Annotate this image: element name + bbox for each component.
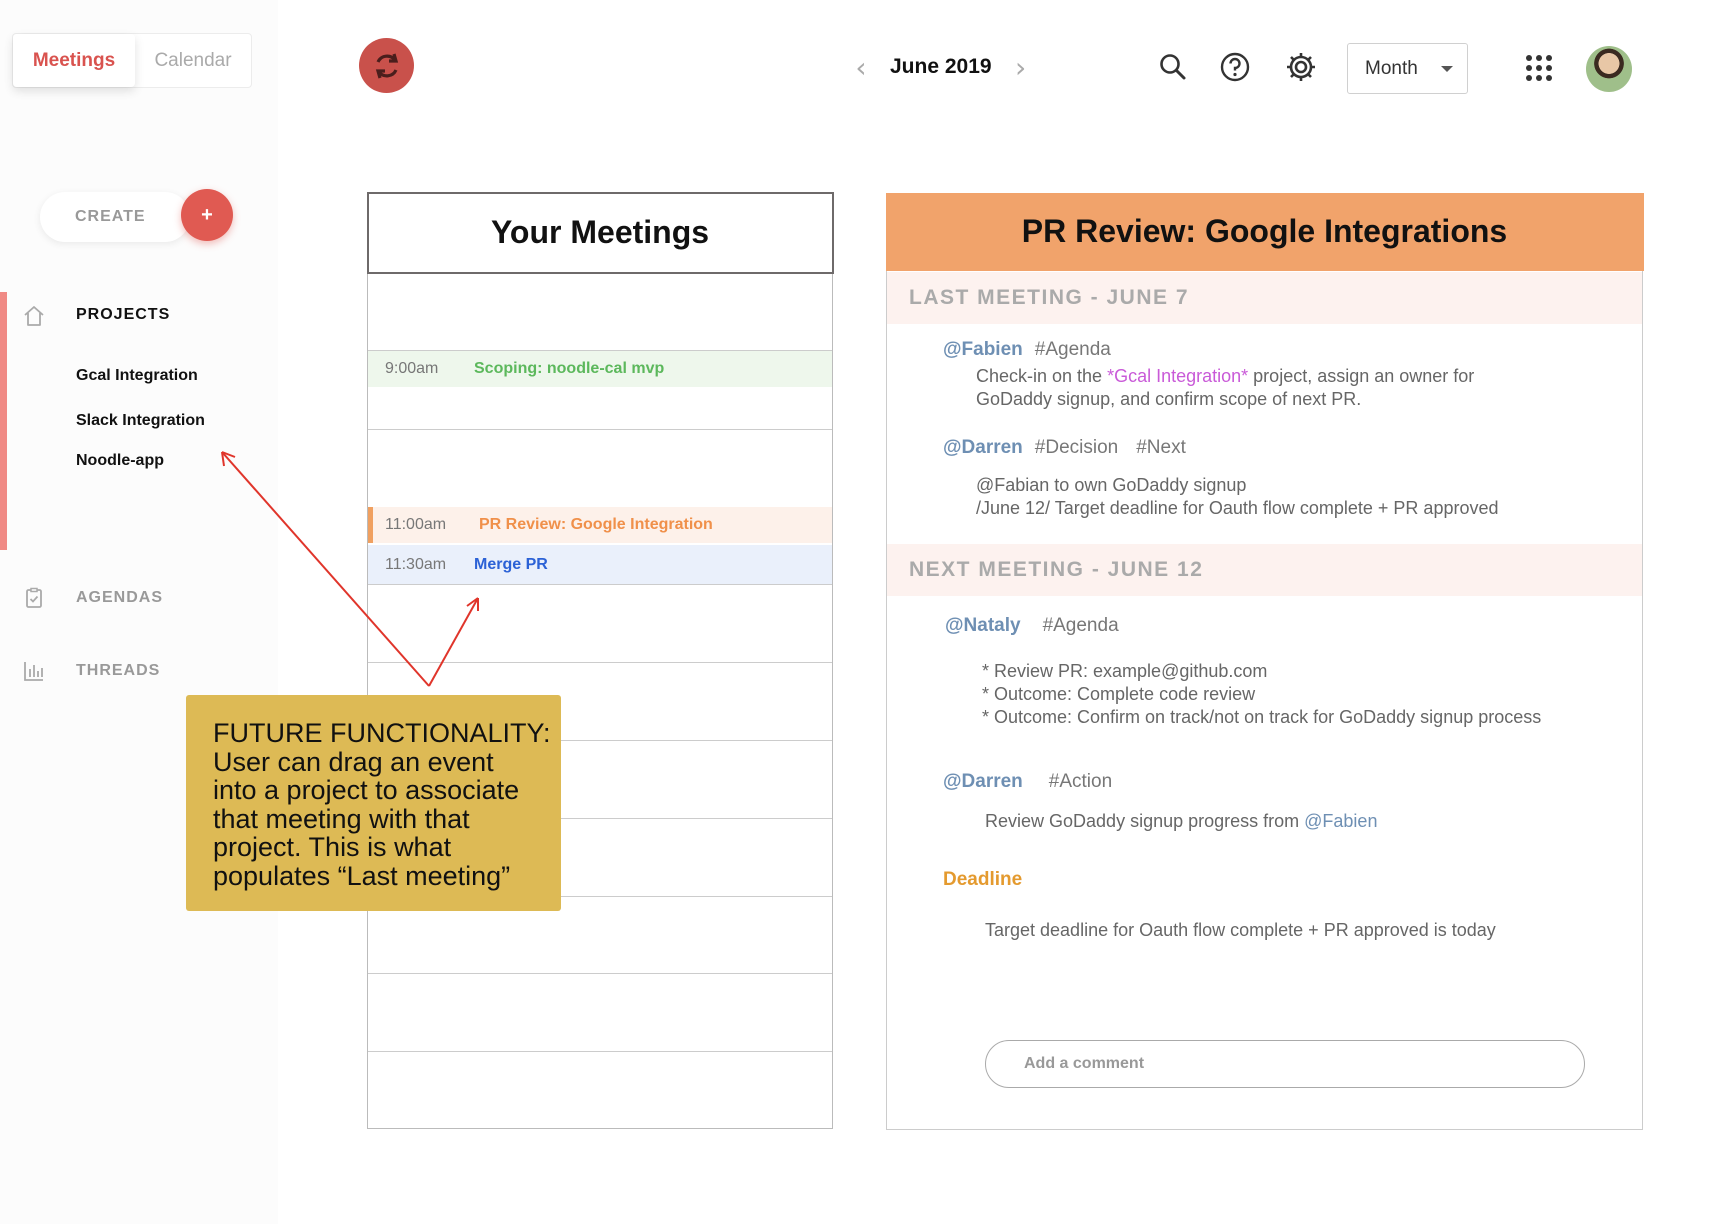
author-mention[interactable]: @Fabien	[943, 339, 1023, 360]
time-slot[interactable]	[368, 662, 832, 663]
entry-text: * Review PR: example@github.com	[982, 661, 1268, 681]
tab-calendar[interactable]: Calendar	[135, 34, 251, 87]
avatar[interactable]	[1586, 46, 1632, 92]
entry-body: @Fabian to own GoDaddy signup /June 12/ …	[976, 474, 1499, 520]
event-title: Scoping: noodle-cal mvp	[474, 360, 665, 377]
note-line: FUTURE FUNCTIONALITY:	[213, 718, 551, 748]
entry-header: @Darren #Decision #Next	[943, 437, 1186, 459]
meetings-title: Your Meetings	[366, 191, 834, 274]
event-title: Merge PR	[474, 555, 548, 573]
entry-text: * Outcome: Complete code review	[982, 684, 1256, 704]
add-comment-input[interactable]: Add a comment	[985, 1040, 1585, 1088]
note-line: User can drag an event	[213, 746, 494, 777]
create-button[interactable]: +	[181, 189, 233, 241]
project-item[interactable]: Slack Integration	[76, 412, 205, 430]
meetings-column: Your Meetings 9:00am Scoping: noodle-cal…	[366, 191, 834, 1129]
note-line: into a project to associate	[213, 775, 520, 805]
entry-body: * Review PR: example@github.com * Outcom…	[982, 660, 1541, 729]
entry-body: Review GoDaddy signup progress from @Fab…	[985, 810, 1377, 833]
hashtag[interactable]: #Agenda	[1043, 615, 1119, 636]
event-title: PR Review: Google Integration	[479, 516, 713, 533]
note-line: project. This is what	[213, 832, 452, 862]
entry-header: @Fabien #Agenda	[943, 339, 1111, 361]
projects-active-indicator	[0, 292, 7, 550]
author-mention[interactable]: @Darren	[943, 437, 1023, 458]
future-functionality-note: FUTURE FUNCTIONALITY: User can drag an e…	[186, 695, 561, 911]
event-merge-pr[interactable]: 11:30am Merge PR	[368, 545, 832, 584]
comment-placeholder: Add a comment	[1024, 1055, 1145, 1072]
last-meeting-heading: LAST MEETING - JUNE 7	[887, 272, 1642, 324]
view-select-value: Month	[1365, 57, 1418, 79]
meeting-detail-panel: PR Review: Google Integrations LAST MEET…	[885, 192, 1644, 1130]
entry-text: project, assign an owner for	[1248, 366, 1475, 386]
search-icon[interactable]	[1156, 50, 1190, 84]
nav-projects[interactable]: PROJECTS	[76, 306, 170, 324]
event-time: 9:00am	[385, 360, 439, 377]
chevron-right-icon[interactable]: ›	[1008, 51, 1034, 84]
gear-icon[interactable]	[1284, 50, 1318, 84]
time-slot[interactable]	[368, 584, 832, 585]
create-pill[interactable]: CREATE	[40, 192, 190, 242]
author-mention[interactable]: @Nataly	[945, 615, 1021, 636]
entry-text: * Outcome: Confirm on track/not on track…	[982, 707, 1542, 727]
detail-title: PR Review: Google Integrations	[885, 192, 1644, 271]
sidebar: Meetings Calendar CREATE + PROJECTS Gcal…	[0, 0, 278, 1224]
tab-meetings[interactable]: Meetings	[13, 34, 135, 87]
entry-body: Check-in on the *Gcal Integration* proje…	[976, 365, 1474, 411]
entry-header: @Nataly #Agenda	[945, 615, 1119, 637]
hashtag[interactable]: #Action	[1049, 771, 1112, 792]
home-icon	[24, 306, 44, 326]
hashtag[interactable]: #Next	[1136, 437, 1186, 458]
month-navigator: ‹ June 2019 ›	[848, 50, 1034, 84]
chevron-left-icon[interactable]: ‹	[848, 51, 874, 84]
hashtag[interactable]: #Agenda	[1035, 339, 1111, 360]
entry-text: /June 12/ Target deadline for Oauth flow…	[976, 498, 1499, 518]
user-mention-link[interactable]: @Fabien	[1304, 811, 1377, 831]
help-icon[interactable]	[1218, 50, 1252, 84]
time-slot[interactable]	[368, 1051, 832, 1052]
entry-text: Review GoDaddy signup progress from	[985, 811, 1305, 831]
deadline-label: Deadline	[943, 869, 1023, 890]
current-month: June 2019	[890, 55, 992, 78]
deadline-header: Deadline	[943, 869, 1022, 891]
project-link[interactable]: *Gcal Integration*	[1107, 366, 1248, 386]
next-meeting-heading: NEXT MEETING - JUNE 12	[887, 544, 1642, 596]
project-item[interactable]: Noodle-app	[76, 452, 164, 470]
nav-threads[interactable]: THREADS	[76, 662, 160, 680]
create-label: CREATE	[75, 208, 146, 225]
event-time: 11:30am	[385, 555, 447, 573]
hashtag[interactable]: #Decision	[1035, 437, 1118, 458]
entry-text: @Fabian to own GoDaddy signup	[976, 475, 1247, 495]
project-item[interactable]: Gcal Integration	[76, 367, 198, 385]
view-select[interactable]: Month	[1347, 43, 1468, 94]
clipboard-icon	[26, 587, 42, 608]
note-line: that meeting with that	[213, 803, 470, 834]
entry-header: @Darren #Action	[943, 771, 1112, 793]
event-time: 11:00am	[385, 516, 447, 533]
bar-chart-icon	[24, 662, 43, 681]
time-slot[interactable]	[368, 429, 832, 430]
nav-agendas[interactable]: AGENDAS	[76, 589, 163, 607]
app-root: Meetings Calendar CREATE + PROJECTS Gcal…	[0, 0, 1714, 1224]
entry-text: Check-in on the	[976, 366, 1108, 386]
view-toggle: Meetings Calendar	[12, 33, 252, 88]
refresh-logo[interactable]	[359, 38, 414, 93]
note-line: populates “Last meeting”	[213, 860, 511, 891]
time-slot[interactable]	[368, 973, 832, 974]
entry-text: GoDaddy signup, and confirm scope of nex…	[976, 389, 1362, 409]
caret-down-icon	[1441, 66, 1453, 72]
event-pr-review[interactable]: 11:00am PR Review: Google Integration	[368, 507, 832, 543]
author-mention[interactable]: @Darren	[943, 771, 1023, 792]
deadline-text: Target deadline for Oauth flow complete …	[985, 920, 1496, 940]
event-scoping[interactable]: 9:00am Scoping: noodle-cal mvp	[368, 351, 832, 387]
apps-grid-icon[interactable]	[1523, 52, 1555, 84]
refresh-icon	[375, 53, 398, 78]
